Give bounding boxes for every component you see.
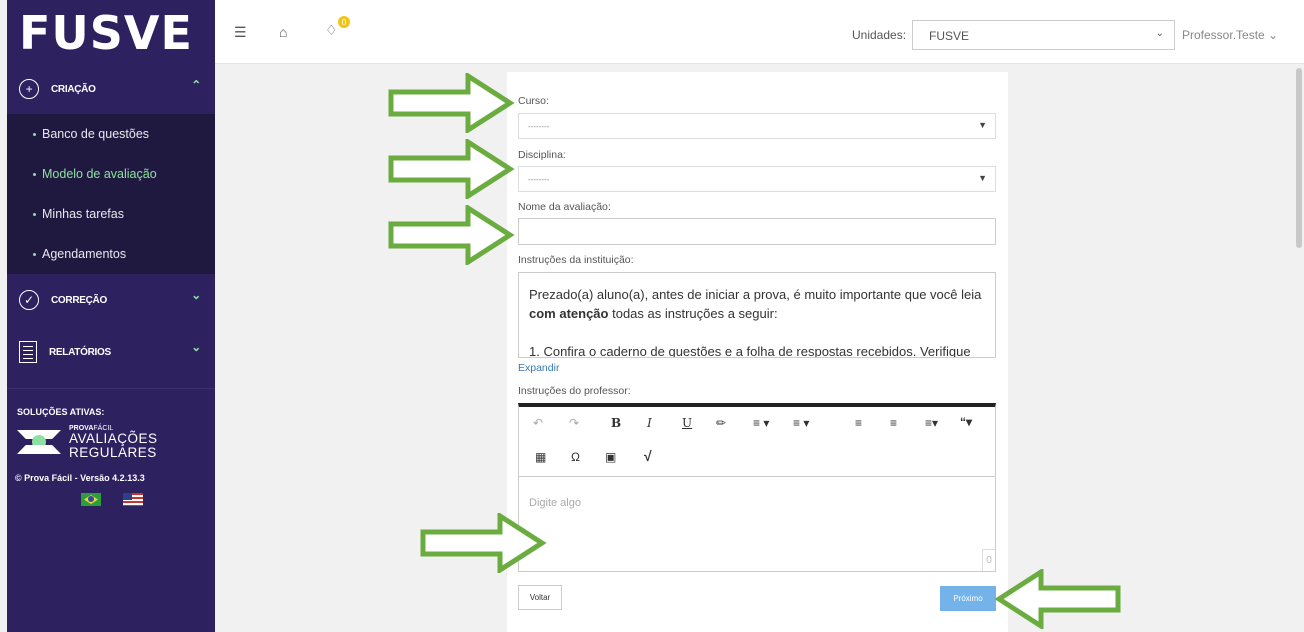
instruction-text: Prezado(a) aluno(a), antes de iniciar a … — [529, 287, 982, 302]
back-button[interactable]: Voltar — [518, 585, 562, 610]
outdent-icon[interactable]: ≡ — [855, 416, 862, 430]
prova-facil-logo-icon — [17, 426, 61, 458]
sidebar-item-banco-questoes[interactable]: Banco de questões — [7, 114, 215, 154]
disciplina-label: Disciplina: — [518, 149, 566, 161]
usa-flag-icon[interactable] — [123, 493, 143, 506]
bullet-icon — [33, 252, 36, 256]
report-icon — [19, 341, 37, 363]
annotation-arrow-right-icon — [388, 139, 515, 199]
italic-icon[interactable]: I — [647, 416, 652, 430]
instruction-item-1: 1. Confira o caderno de questões e a fol… — [529, 344, 971, 358]
editor-toolbar: ↶ ↷ B I U ✏ ≡ ▾ ≡ ▾ ≡ ≡ ≡▾ “▾ ▦ Ω ▣ √ — [519, 407, 995, 477]
eraser-icon[interactable]: ✏ — [716, 416, 726, 430]
ordered-list-icon[interactable]: ≡ ▾ — [753, 416, 769, 430]
bold-icon[interactable]: B — [611, 416, 621, 430]
align-icon[interactable]: ≡▾ — [925, 416, 938, 430]
scrollbar-thumb[interactable] — [1296, 68, 1302, 248]
user-name: Professor.Teste — [1182, 28, 1265, 42]
table-icon[interactable]: ▦ — [535, 450, 546, 464]
sidebar-item-label: Modelo de avaliação — [42, 167, 157, 181]
section-label: RELATÓRIOS — [49, 346, 111, 358]
unit-label: Unidades: — [852, 28, 907, 42]
prova-facil-logo: PROVAFÁCIL AVALIAÇÕES REGULARES — [7, 417, 215, 459]
nome-avaliacao-input[interactable] — [518, 218, 996, 245]
sidebar: FUSVE + CRIAÇÃO ⌃ Banco de questões Mode… — [7, 0, 215, 632]
indent-icon[interactable]: ≡ — [890, 416, 897, 430]
curso-label: Curso: — [518, 95, 549, 107]
rich-text-editor: ↶ ↷ B I U ✏ ≡ ▾ ≡ ▾ ≡ ≡ ≡▾ “▾ ▦ Ω ▣ √ Di… — [518, 403, 996, 572]
language-flags — [7, 483, 215, 506]
chevron-down-icon: ⌄ — [191, 288, 201, 302]
instrucoes-professor-label: Instruções do professor: — [518, 385, 631, 397]
brazil-flag-icon[interactable] — [81, 493, 101, 506]
sidebar-item-label: Agendamentos — [42, 247, 127, 261]
evaluation-form: Curso: -------- ▼ Disciplina: -------- ▼… — [507, 72, 1008, 632]
quote-icon[interactable]: “▾ — [960, 415, 972, 429]
undo-icon[interactable]: ↶ — [533, 416, 543, 430]
check-icon: ✓ — [19, 290, 39, 310]
nome-avaliacao-label: Nome da avaliação: — [518, 201, 611, 213]
unit-select-value: FUSVE — [929, 29, 970, 43]
bullet-icon — [33, 132, 36, 136]
sidebar-item-minhas-tarefas[interactable]: Minhas tarefas — [7, 194, 215, 234]
product-line-2: AVALIAÇÕES — [69, 431, 158, 446]
sidebar-item-label: Minhas tarefas — [42, 207, 124, 221]
sidebar-section-criacao[interactable]: + CRIAÇÃO ⌃ — [7, 64, 215, 114]
section-label: CORREÇÃO — [51, 294, 107, 306]
home-icon[interactable]: ⌂ — [279, 24, 287, 40]
sidebar-item-agendamentos[interactable]: Agendamentos — [7, 234, 215, 274]
chevron-down-icon: ⌄ — [1155, 28, 1164, 39]
omega-icon[interactable]: Ω — [571, 450, 580, 464]
brand-logo: FUSVE — [7, 0, 215, 64]
user-menu[interactable]: Professor.Teste ⌄ — [1182, 28, 1278, 42]
expand-link[interactable]: Expandir — [518, 362, 559, 374]
section-label: CRIAÇÃO — [51, 83, 96, 95]
disciplina-select[interactable]: -------- ▼ — [518, 166, 996, 192]
annotation-arrow-right-icon — [420, 513, 547, 573]
redo-icon[interactable]: ↷ — [569, 416, 579, 430]
annotation-arrow-right-icon — [388, 205, 515, 265]
product-line-3: REGULARES — [69, 444, 157, 460]
underline-icon[interactable]: U — [682, 416, 692, 430]
sidebar-section-correcao[interactable]: ✓ CORREÇÃO ⌄ — [7, 274, 215, 326]
bullet-icon — [33, 172, 36, 176]
submenu-criacao: Banco de questões Modelo de avaliação Mi… — [7, 114, 215, 274]
disciplina-select-value: -------- — [528, 175, 550, 184]
bell-icon[interactable]: ♢ — [325, 22, 338, 39]
solutions-title: SOLUÇÕES ATIVAS: — [17, 407, 105, 417]
sidebar-item-modelo-avaliacao[interactable]: Modelo de avaliação — [7, 154, 215, 194]
chevron-up-icon: ⌃ — [191, 78, 201, 92]
bullet-icon — [33, 212, 36, 216]
instrucoes-instituicao-label: Instruções da instituição: — [518, 254, 634, 266]
next-button[interactable]: Próximo — [940, 586, 996, 611]
chevron-down-icon: ⌄ — [191, 340, 201, 354]
curso-select-value: -------- — [528, 122, 550, 131]
notification-badge: 0 — [338, 16, 350, 28]
unit-select[interactable]: FUSVE ⌄ — [912, 20, 1175, 50]
version-text: © Prova Fácil - Versão 4.2.13.3 — [15, 473, 145, 483]
page-scrollbar[interactable] — [1294, 64, 1304, 632]
menu-toggle-icon[interactable]: ☰ — [234, 24, 247, 41]
annotation-arrow-right-icon — [388, 73, 515, 133]
sidebar-divider — [7, 388, 215, 389]
sidebar-section-relatorios[interactable]: RELATÓRIOS ⌄ — [7, 326, 215, 378]
formula-icon[interactable]: √ — [644, 448, 652, 464]
caret-down-icon: ▼ — [978, 120, 987, 130]
unordered-list-icon[interactable]: ≡ ▾ — [793, 416, 809, 430]
sidebar-item-label: Banco de questões — [42, 127, 150, 141]
instrucoes-instituicao-box: Prezado(a) aluno(a), antes de iniciar a … — [518, 272, 996, 358]
instruction-text: todas as instruções a seguir: — [608, 306, 778, 321]
editor-placeholder[interactable]: Digite algo — [529, 497, 581, 509]
annotation-arrow-left-icon — [994, 569, 1121, 629]
curso-select[interactable]: -------- ▼ — [518, 113, 996, 139]
char-counter: 0 — [982, 549, 995, 571]
image-icon[interactable]: ▣ — [605, 450, 616, 464]
caret-down-icon: ▼ — [978, 173, 987, 183]
instruction-bold-text: com atenção — [529, 306, 609, 321]
plus-icon: + — [19, 79, 39, 99]
topbar: ☰ ⌂ ♢ 0 Unidades: FUSVE ⌄ Professor.Test… — [215, 0, 1304, 64]
